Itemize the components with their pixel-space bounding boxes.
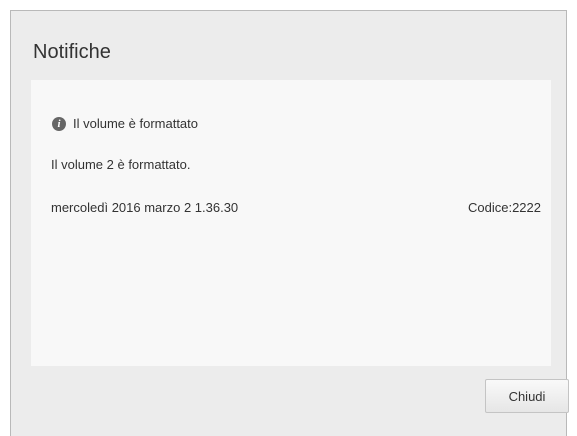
notification-heading-text: Il volume è formattato bbox=[73, 116, 198, 131]
close-button[interactable]: Chiudi bbox=[485, 379, 569, 413]
notification-panel: i Il volume è formattato Il volume 2 è f… bbox=[31, 80, 551, 366]
info-icon: i bbox=[52, 116, 66, 131]
notification-heading: i Il volume è formattato bbox=[52, 116, 198, 131]
notification-date: mercoledì 2016 marzo 2 1.36.30 bbox=[51, 200, 239, 215]
notification-message: Il volume 2 è formattato. bbox=[51, 157, 191, 172]
notifications-dialog: Notifiche i Il volume è formattato Il vo… bbox=[10, 10, 569, 436]
dialog-title: Notifiche bbox=[33, 41, 111, 63]
notification-code: Codice:2222 bbox=[468, 200, 541, 215]
